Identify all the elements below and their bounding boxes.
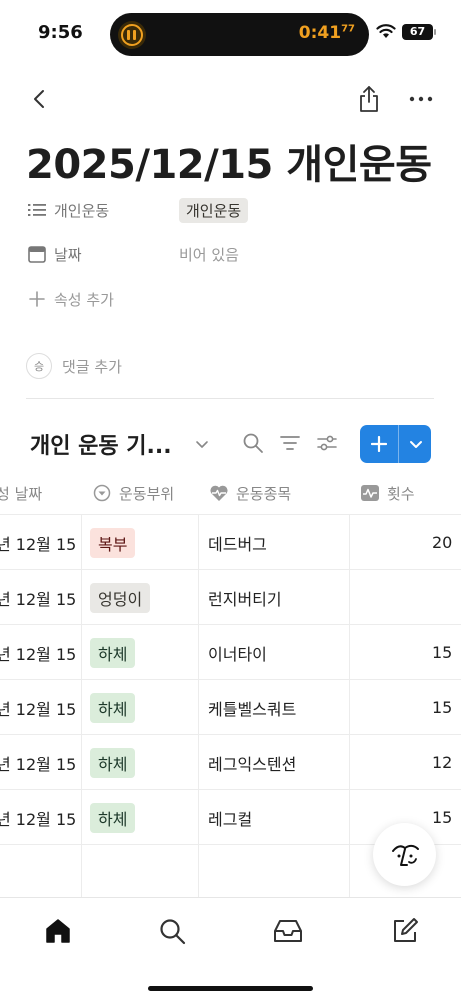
- timer-value: 0:41: [298, 23, 342, 43]
- cell-part[interactable]: 하체: [90, 625, 136, 680]
- column-header-label: 횟수: [387, 484, 415, 503]
- cell-part[interactable]: 엉덩이: [90, 570, 151, 625]
- cell-reps[interactable]: 15: [432, 680, 452, 735]
- bottom-tab-bar: [0, 897, 461, 1000]
- cell-exercise[interactable]: 이너타이: [208, 625, 267, 680]
- heart-pulse-icon: [209, 483, 229, 503]
- home-indicator: [148, 986, 313, 991]
- cell-part[interactable]: 하체: [90, 680, 136, 735]
- search-icon[interactable]: [157, 917, 187, 945]
- add-property-button[interactable]: 속성 추가: [26, 285, 114, 313]
- cell-reps[interactable]: 12: [432, 735, 452, 790]
- inbox-icon[interactable]: [273, 917, 303, 945]
- cell-reps[interactable]: 20: [432, 515, 452, 570]
- cell-date[interactable]: 년 12월 15: [0, 625, 76, 680]
- column-header-part[interactable]: 운동부위: [92, 472, 174, 514]
- part-tag: 하체: [90, 692, 136, 723]
- property-value[interactable]: 비어 있음: [179, 244, 239, 265]
- column-header-label: 운동종목: [236, 484, 292, 503]
- back-chevron-icon[interactable]: [28, 87, 52, 111]
- new-entry-button[interactable]: [360, 425, 431, 463]
- property-row-date[interactable]: 날짜 비어 있음: [26, 240, 239, 268]
- cell-date[interactable]: 년 12월 15: [0, 570, 76, 625]
- cell-part[interactable]: 복부: [90, 515, 136, 570]
- category-tag: 개인운동: [179, 197, 249, 223]
- database-title[interactable]: 개인 운동 기...: [30, 428, 172, 460]
- ai-face-icon: [391, 844, 419, 866]
- column-header-label: 성 날짜: [0, 484, 43, 503]
- cell-exercise[interactable]: 데드버그: [208, 515, 267, 570]
- status-bar: 9:56 0:4177 67: [0, 0, 461, 70]
- cell-date[interactable]: 년 12월 15: [0, 735, 76, 790]
- property-label: 개인운동: [54, 201, 110, 220]
- part-tag: 하체: [90, 747, 136, 778]
- cell-date[interactable]: 년 12월 15: [0, 680, 76, 735]
- divider: [26, 398, 434, 399]
- filter-icon[interactable]: [279, 434, 301, 452]
- cell-exercise[interactable]: 레그컬: [208, 790, 252, 845]
- add-comment-label: 댓글 추가: [62, 357, 122, 376]
- timer-fraction: 77: [341, 23, 355, 35]
- part-tag: 복부: [90, 527, 136, 558]
- chevron-down-icon[interactable]: [194, 436, 210, 452]
- cell-exercise[interactable]: 런지버티기: [208, 570, 282, 625]
- dynamic-island[interactable]: 0:4177: [110, 13, 369, 56]
- wifi-icon: [376, 24, 396, 38]
- property-row-category[interactable]: 개인운동 개인운동: [26, 196, 249, 224]
- add-property-label: 속성 추가: [54, 290, 114, 309]
- cell-date[interactable]: 년 12월 15: [0, 515, 76, 570]
- column-header-label: 운동부위: [119, 484, 175, 503]
- list-icon: [26, 199, 48, 221]
- timer-pause-icon: [118, 21, 146, 49]
- status-time: 9:56: [38, 22, 83, 43]
- timer-readout: 0:4177: [299, 23, 355, 43]
- home-icon[interactable]: [43, 917, 73, 945]
- avatar: 승: [26, 353, 52, 379]
- part-tag: 하체: [90, 637, 136, 668]
- property-value[interactable]: 개인운동: [179, 197, 249, 223]
- column-header-date[interactable]: 성 날짜: [0, 472, 42, 514]
- plus-icon[interactable]: [360, 425, 398, 463]
- chevron-down-icon[interactable]: [400, 425, 431, 463]
- cell-exercise[interactable]: 레그익스텐션: [208, 735, 296, 790]
- ai-assistant-button[interactable]: [373, 823, 436, 886]
- select-icon: [92, 483, 112, 503]
- column-header-reps[interactable]: 횟수: [360, 472, 415, 514]
- settings-sliders-icon[interactable]: [316, 433, 338, 453]
- cell-part[interactable]: 하체: [90, 790, 136, 845]
- cell-part[interactable]: 하체: [90, 735, 136, 790]
- cell-date[interactable]: 년 12월 15: [0, 790, 76, 845]
- number-icon: [360, 483, 380, 503]
- cell-reps[interactable]: 15: [432, 790, 452, 845]
- share-icon[interactable]: [357, 85, 381, 113]
- cell-exercise[interactable]: 케틀벨스쿼트: [208, 680, 296, 735]
- cell-reps[interactable]: 15: [432, 625, 452, 680]
- property-label: 날짜: [54, 245, 82, 264]
- calendar-icon: [26, 243, 48, 265]
- battery-indicator: 67: [402, 24, 436, 40]
- column-header-exercise[interactable]: 운동종목: [209, 472, 291, 514]
- page-title[interactable]: 2025/12/15 개인운동: [26, 132, 432, 190]
- part-tag: 엉덩이: [90, 582, 151, 613]
- compose-icon[interactable]: [390, 917, 420, 945]
- plus-icon: [26, 288, 48, 310]
- add-comment-button[interactable]: 승 댓글 추가: [26, 352, 122, 380]
- search-icon[interactable]: [242, 432, 264, 454]
- part-tag: 하체: [90, 802, 136, 833]
- more-icon[interactable]: [408, 89, 434, 109]
